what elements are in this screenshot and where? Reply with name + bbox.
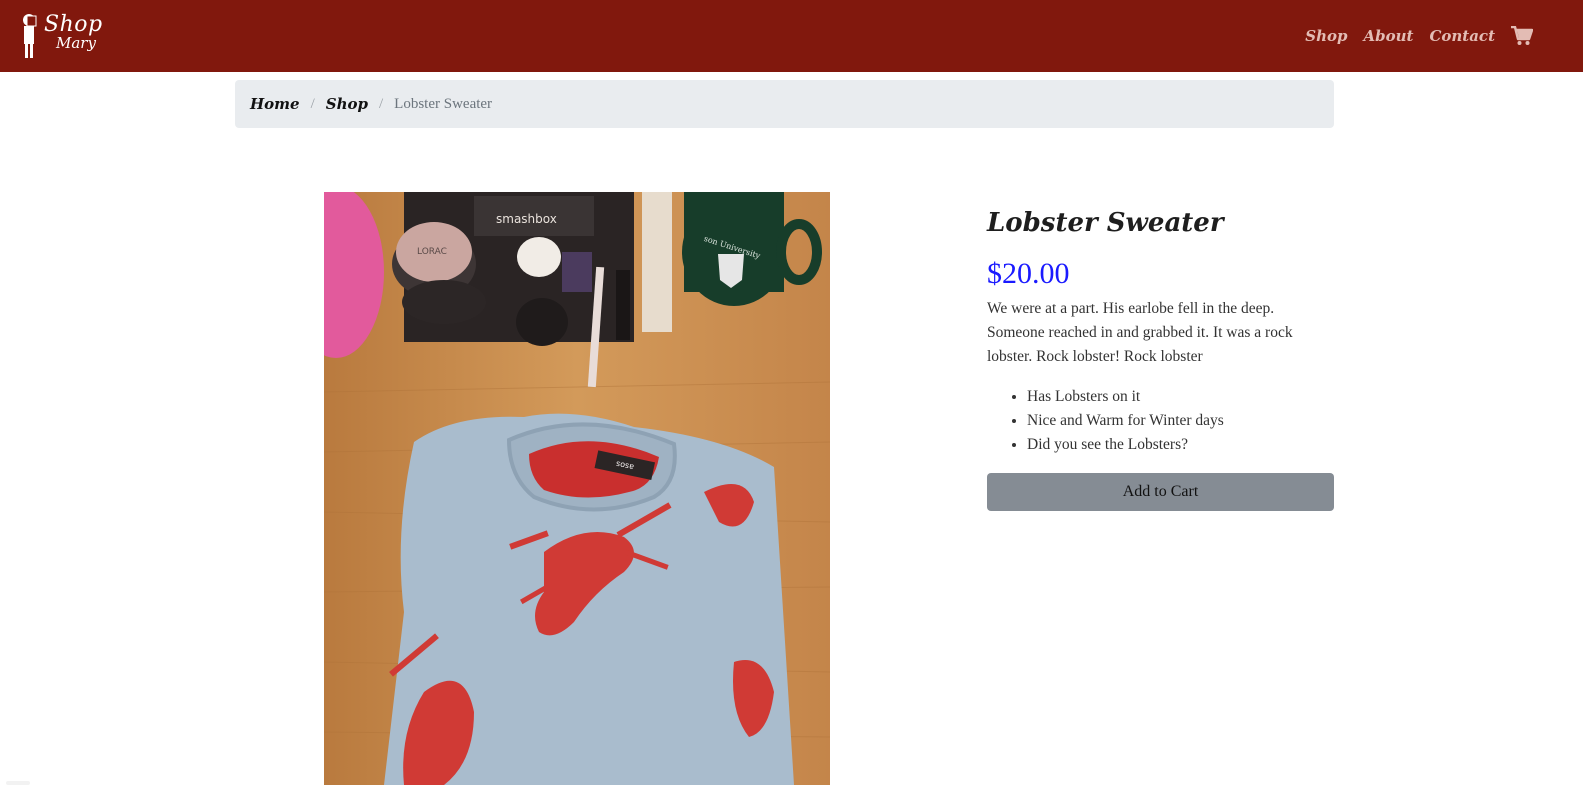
product-title: Lobster Sweater [987,208,1224,238]
breadcrumb-separator: / [310,95,315,112]
product-image: smashbox LORAC son University asos [324,192,830,785]
nav-links: Shop About Contact [1305,0,1533,72]
compact-brand-text: LORAC [417,247,447,257]
page-corner-marker [6,781,30,785]
nav-link-about[interactable]: About [1363,27,1413,45]
feature-item: Nice and Warm for Winter days [1027,409,1334,433]
feature-list: Has Lobsters on it Nice and Warm for Win… [987,385,1334,457]
nav-link-contact[interactable]: Contact [1429,27,1495,45]
logo-figure-icon [23,14,37,58]
logo-text-shop: Shop [44,12,103,37]
product-description: We were at a part. His earlobe fell in t… [987,300,1293,365]
navbar: Shop Mary Shop About Contact [0,0,1583,72]
breadcrumb-separator: / [379,95,384,112]
brand-logo[interactable]: Shop Mary [18,10,102,62]
add-to-cart-button[interactable]: Add to Cart [987,472,1334,511]
breadcrumb-shop[interactable]: Shop [326,95,368,113]
breadcrumb-home[interactable]: Home [250,95,300,113]
palette-brand-text: smashbox [496,212,557,226]
logo-text-mary: Mary [56,34,96,52]
feature-item: Has Lobsters on it [1027,385,1334,409]
breadcrumb-current: Lobster Sweater [394,95,493,112]
breadcrumb: Home / Shop / Lobster Sweater [235,80,1334,128]
nav-link-shop[interactable]: Shop [1305,27,1347,45]
feature-item: Did you see the Lobsters? [1027,433,1334,457]
product-price: $20.00 [987,257,1070,290]
product-details: Lobster Sweater $20.00 We were at a part… [987,205,1334,511]
shopping-cart-icon[interactable] [1511,26,1533,46]
